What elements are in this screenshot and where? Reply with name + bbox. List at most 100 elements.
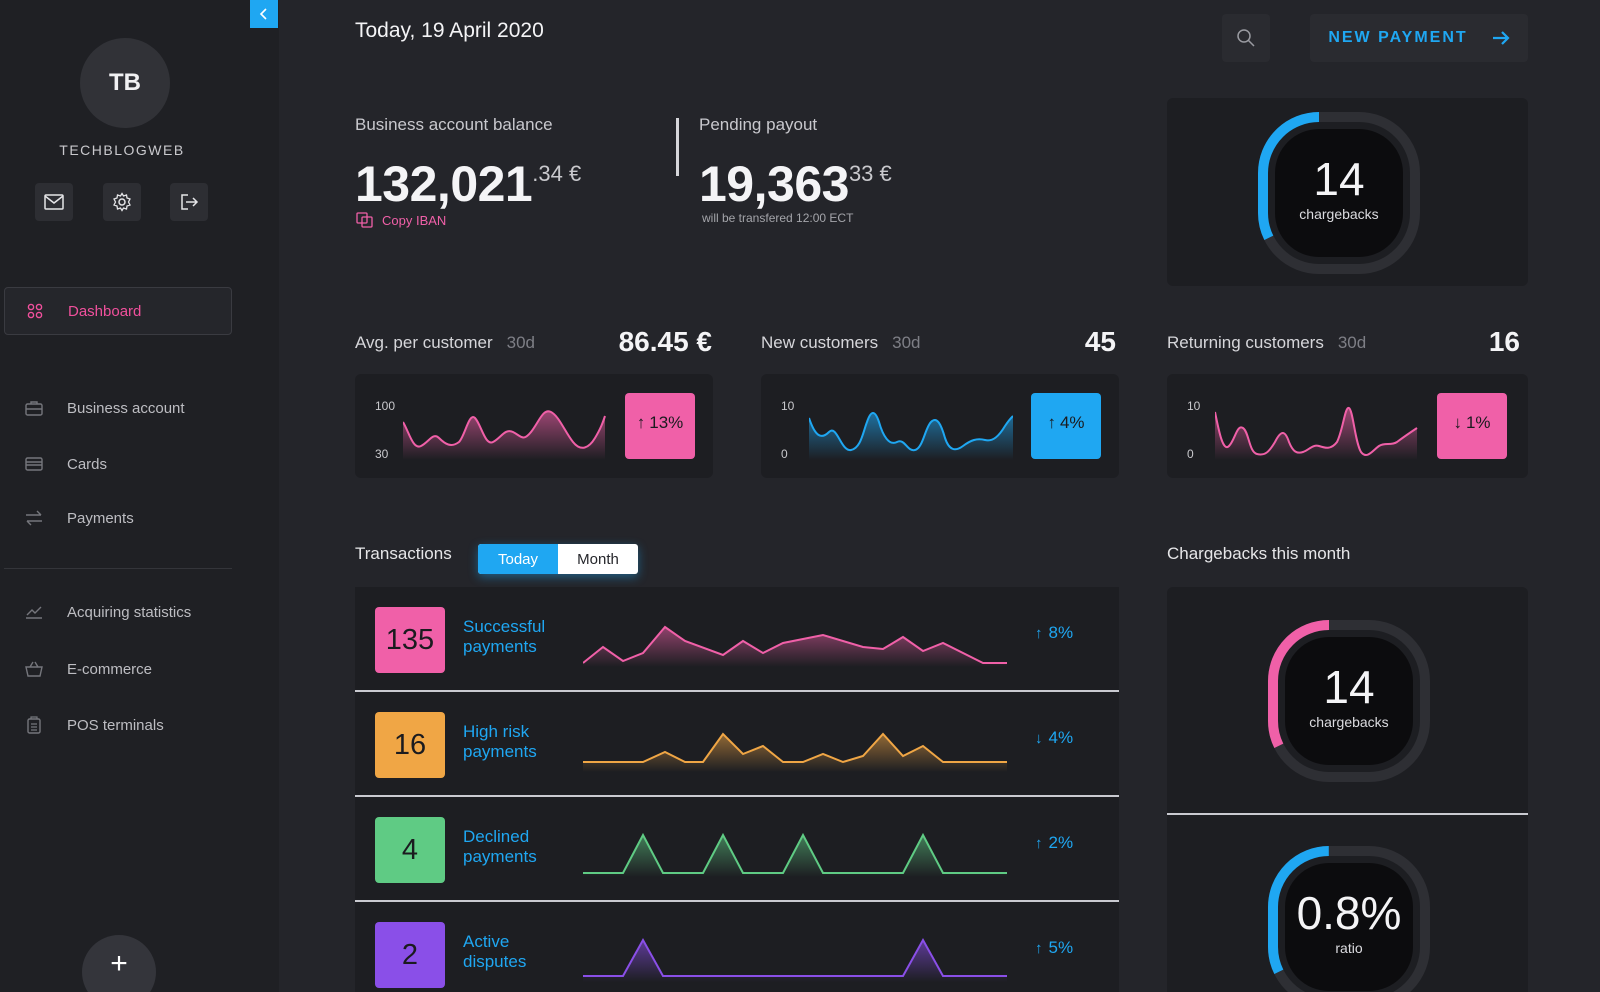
sidebar-divider: [4, 568, 232, 569]
transaction-chart-high-risk: [583, 732, 1007, 772]
search-icon: [1237, 29, 1255, 47]
chargebacks-month-title: Chargebacks this month: [1167, 544, 1351, 563]
sidebar-item-label: Business account: [67, 399, 185, 417]
transaction-change: ↓ 4%: [1035, 728, 1073, 748]
arrow-down-icon: ↓: [1035, 730, 1043, 747]
copy-icon: [356, 212, 373, 228]
axis-label-bottom: 0: [1187, 447, 1194, 461]
sidebar-item-label: Cards: [67, 455, 108, 473]
transaction-label-line2: payments: [463, 742, 537, 761]
avatar[interactable]: TB: [80, 38, 170, 128]
transaction-change: ↑ 2%: [1035, 833, 1073, 853]
logout-button[interactable]: [170, 183, 208, 221]
gear-icon: [113, 192, 131, 212]
metric-change: 4%: [1059, 413, 1085, 432]
settings-button[interactable]: [103, 183, 141, 221]
metric-title-text: New customers: [761, 333, 879, 352]
new-payment-label: NEW PAYMENT: [1328, 29, 1468, 46]
axis-label-top: 100: [375, 399, 396, 413]
chargebacks-gauge-card: 14 chargebacks: [1167, 98, 1528, 286]
sidebar-item-cards[interactable]: Cards: [4, 440, 232, 488]
page-date: Today, 19 April 2020: [355, 19, 544, 42]
transaction-label: High risk payments: [463, 722, 573, 762]
transaction-row-successful[interactable]: 135 Successful payments ↑ 8%: [355, 587, 1119, 691]
sidebar-item-payments[interactable]: Payments: [4, 494, 232, 542]
sidebar-item-dashboard[interactable]: Dashboard: [4, 287, 232, 335]
balance-decimal: .34 €: [532, 161, 582, 186]
arrow-up-icon: ↑: [636, 413, 646, 432]
gauge-center: 14 chargebacks: [1251, 156, 1427, 222]
metric-chart-card-returning-customers: 10 0 ↓ 1%: [1167, 374, 1528, 478]
payout-amount: 19,36333 €: [699, 155, 892, 213]
mail-button[interactable]: [35, 183, 73, 221]
transaction-chart-disputes: [583, 937, 1007, 982]
transaction-label-line1: High risk: [463, 722, 530, 741]
tab-month[interactable]: Month: [558, 544, 638, 574]
transaction-label-line2: disputes: [463, 952, 527, 971]
arrow-up-icon: ↑: [1035, 940, 1043, 957]
metric-value-returning-customers: 16: [1488, 326, 1520, 357]
metric-title-new-customers: New customers 30d: [761, 333, 921, 353]
chevron-left-icon: [259, 8, 267, 20]
plus-icon: +: [110, 947, 128, 980]
transaction-label: Active disputes: [463, 932, 573, 972]
sidebar-item-e-commerce[interactable]: E-commerce: [4, 645, 232, 693]
transaction-change-value: 2%: [1048, 833, 1074, 852]
chargebacks-month-card: 14 chargebacks: [1167, 587, 1528, 814]
transaction-label-line2: payments: [463, 637, 537, 656]
transaction-label-line1: Declined: [463, 827, 530, 846]
new-payment-button[interactable]: NEW PAYMENT: [1310, 14, 1528, 62]
transaction-label: Successful payments: [463, 617, 573, 657]
axis-label-bottom: 0: [781, 447, 788, 461]
chargebacks-month-count: 14: [1323, 661, 1375, 713]
sidebar-item-business-account[interactable]: Business account: [4, 384, 232, 432]
arrow-up-icon: ↑: [1047, 413, 1056, 432]
payout-decimal: 33 €: [848, 161, 892, 186]
metric-change-badge: ↓ 1%: [1437, 393, 1507, 459]
chargeback-ratio-value: 0.8%: [1296, 887, 1402, 939]
arrow-up-icon: ↑: [1035, 835, 1043, 852]
transfer-icon: [21, 510, 47, 526]
transaction-change: ↑ 5%: [1035, 938, 1073, 958]
sparkline-new-customers: [809, 412, 1013, 460]
briefcase-icon: [21, 400, 47, 416]
logout-icon: [181, 194, 199, 210]
username: TECHBLOGWEB: [59, 142, 185, 158]
sidebar-item-acquiring-statistics[interactable]: Acquiring statistics: [4, 588, 232, 636]
metric-period: 30d: [892, 333, 921, 352]
transaction-change-value: 4%: [1048, 728, 1074, 747]
metric-period: 30d: [506, 333, 536, 352]
sidebar-item-label: Dashboard: [68, 302, 142, 320]
sidebar-item-label: Acquiring statistics: [67, 603, 192, 621]
axis-label-top: 10: [1187, 399, 1201, 413]
payout-label: Pending payout: [699, 115, 818, 134]
sidebar-item-pos-terminals[interactable]: POS terminals: [4, 701, 232, 749]
sidebar-item-label: POS terminals: [67, 716, 164, 734]
metric-period: 30d: [1337, 333, 1367, 352]
sidebar-item-label: E-commerce: [67, 660, 153, 678]
metric-title-text: Avg. per customer: [355, 333, 493, 352]
balance-integer: 132,021: [355, 156, 533, 212]
balance-amount: 132,021.34 €: [355, 155, 581, 213]
transaction-count: 2: [375, 922, 445, 988]
metric-change: 13%: [649, 413, 684, 432]
avatar-initials: TB: [109, 69, 141, 96]
add-button[interactable]: +: [82, 935, 156, 992]
transaction-row-declined[interactable]: 4 Declined payments ↑ 2%: [355, 797, 1119, 901]
metric-change-badge: ↑ 13%: [625, 393, 695, 459]
search-button[interactable]: [1222, 14, 1270, 62]
collapse-sidebar-button[interactable]: [250, 0, 278, 28]
chargebacks-label: chargebacks: [1299, 206, 1379, 222]
metric-title-returning-customers: Returning customers 30d: [1167, 333, 1366, 353]
chargeback-ratio-card: 0.8% ratio: [1167, 815, 1528, 992]
metric-value-new-customers: 45: [1084, 326, 1116, 357]
copy-iban-button[interactable]: Copy IBAN: [356, 212, 446, 228]
transaction-row-disputes[interactable]: 2 Active disputes ↑ 5%: [355, 902, 1119, 992]
metric-title-avg: Avg. per customer 30d: [355, 333, 535, 353]
transaction-row-high-risk[interactable]: 16 High risk payments ↓ 4%: [355, 692, 1119, 796]
axis-label-bottom: 30: [375, 447, 389, 461]
tab-today[interactable]: Today: [478, 544, 558, 574]
transaction-label-line1: Active: [463, 932, 510, 951]
arrow-right-icon: [1492, 31, 1510, 45]
sidebar: TB TECHBLOGWEB Dashboard Business accoun…: [0, 0, 279, 992]
